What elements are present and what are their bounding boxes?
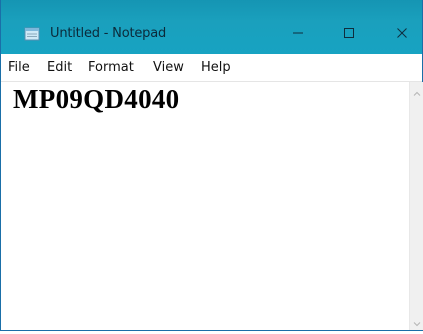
menu-file[interactable]: File xyxy=(8,60,30,75)
maximize-button[interactable] xyxy=(326,20,372,50)
text-editor[interactable]: MP09QD4040 xyxy=(2,82,408,330)
menu-view[interactable]: View xyxy=(153,60,184,75)
menu-edit[interactable]: Edit xyxy=(47,60,72,75)
notepad-icon xyxy=(24,27,40,41)
close-button[interactable] xyxy=(379,20,423,50)
menu-format[interactable]: Format xyxy=(88,60,134,75)
scroll-up-icon[interactable] xyxy=(412,86,422,96)
menu-bar: File Edit Format View Help xyxy=(1,54,422,82)
menu-help[interactable]: Help xyxy=(201,60,231,75)
close-icon xyxy=(396,26,408,44)
editor-content[interactable]: MP09QD4040 xyxy=(13,84,179,115)
minimize-icon xyxy=(292,26,304,44)
notepad-window: Untitled - Notepad File Edit Format View… xyxy=(0,0,423,331)
scroll-down-icon[interactable] xyxy=(412,316,422,327)
minimize-button[interactable] xyxy=(275,20,321,50)
maximize-icon xyxy=(343,26,355,44)
window-title: Untitled - Notepad xyxy=(50,26,167,41)
title-bar[interactable]: Untitled - Notepad xyxy=(1,0,422,54)
vertical-scrollbar[interactable] xyxy=(409,82,423,330)
